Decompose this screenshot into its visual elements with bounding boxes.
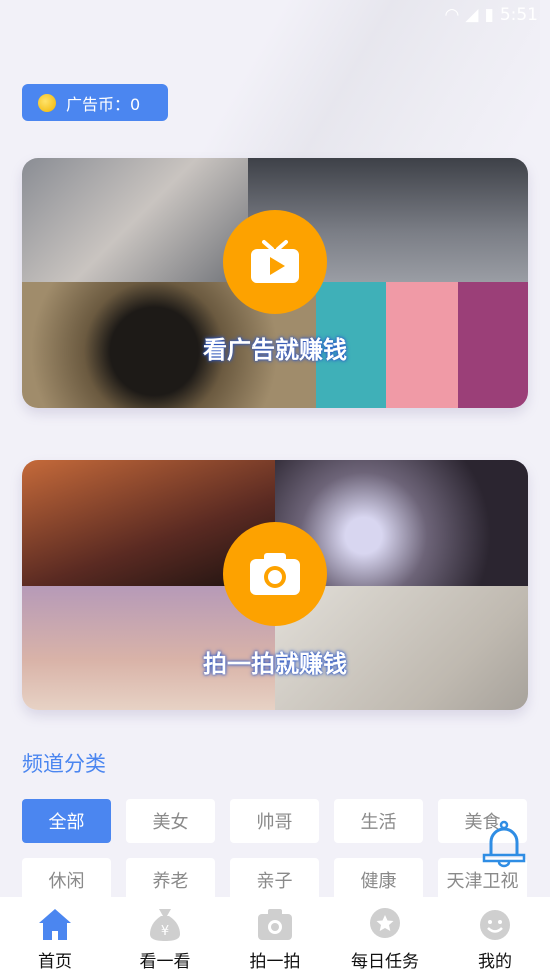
ad-coin-badge[interactable]: 广告币：0 bbox=[22, 84, 168, 121]
nav-label: 每日任务 bbox=[351, 952, 419, 972]
signal-icon: ◢ bbox=[465, 5, 479, 25]
clock: 5:51 bbox=[499, 5, 538, 25]
channel-chip[interactable]: 养老 bbox=[126, 858, 215, 902]
money-bag-icon: ¥ bbox=[147, 907, 183, 941]
nav-mine[interactable]: 我的 bbox=[440, 897, 550, 979]
nav-home[interactable]: 首页 bbox=[0, 897, 110, 979]
channel-chip[interactable]: 休闲 bbox=[22, 858, 111, 902]
smiley-icon bbox=[477, 907, 513, 941]
home-icon bbox=[37, 907, 73, 941]
nav-label: 拍一拍 bbox=[249, 952, 301, 972]
svg-text:¥: ¥ bbox=[161, 924, 169, 939]
nav-daily-tasks[interactable]: 每日任务 bbox=[330, 897, 440, 979]
channel-chip[interactable]: 生活 bbox=[334, 799, 423, 843]
channel-chip-all[interactable]: 全部 bbox=[22, 799, 111, 843]
snap-photo-label: 拍一拍就赚钱 bbox=[203, 650, 347, 678]
nav-label: 我的 bbox=[478, 952, 512, 972]
bell-icon[interactable] bbox=[482, 820, 526, 874]
star-badge-icon bbox=[367, 907, 403, 941]
channel-chip[interactable]: 亲子 bbox=[230, 858, 319, 902]
status-bar: ◠ ◢ ▮ 5:51 bbox=[0, 0, 550, 30]
channel-chip[interactable]: 帅哥 bbox=[230, 799, 319, 843]
battery-icon: ▮ bbox=[484, 5, 494, 25]
nav-label: 看一看 bbox=[139, 952, 191, 972]
camera-icon bbox=[257, 907, 293, 941]
channel-section-title: 频道分类 bbox=[22, 752, 106, 776]
watch-ads-banner[interactable]: 看广告就赚钱 bbox=[22, 158, 528, 408]
snap-photo-banner[interactable]: 拍一拍就赚钱 bbox=[22, 460, 528, 710]
camera-icon bbox=[223, 522, 327, 626]
coin-icon bbox=[38, 93, 56, 112]
watch-ads-label: 看广告就赚钱 bbox=[203, 336, 347, 364]
bottom-nav: 首页 ¥ 看一看 拍一拍 每日任务 我的 bbox=[0, 897, 550, 979]
wifi-icon: ◠ bbox=[444, 5, 460, 25]
nav-snap[interactable]: 拍一拍 bbox=[220, 897, 330, 979]
ad-coin-label: 广告币：0 bbox=[66, 94, 141, 114]
channel-chip[interactable]: 健康 bbox=[334, 858, 423, 902]
channel-chip[interactable]: 美女 bbox=[126, 799, 215, 843]
tv-play-icon bbox=[223, 210, 327, 314]
nav-label: 首页 bbox=[38, 952, 72, 972]
nav-watch[interactable]: ¥ 看一看 bbox=[110, 897, 220, 979]
